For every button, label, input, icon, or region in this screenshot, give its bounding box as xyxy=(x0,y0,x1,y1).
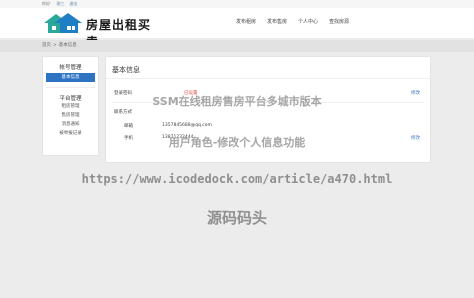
nav-publish-rent[interactable]: 发布租房 xyxy=(236,18,256,25)
sidebar-item-sale-manage[interactable]: 售房管理 xyxy=(43,111,98,120)
watermark-title: SSM在线租房售房平台多城市版本 xyxy=(152,95,322,108)
greeting-text: 你好: xyxy=(42,1,52,6)
watermark-url: https://www.icodedock.com/article/a470.h… xyxy=(81,172,393,186)
top-bar: 你好: 测三 退出 xyxy=(0,0,474,8)
logout-link[interactable]: 退出 xyxy=(69,1,77,6)
breadcrumb-current: 基本信息 xyxy=(58,43,77,48)
page-title: 基本信息 xyxy=(106,57,430,79)
nav-publish-sale[interactable]: 发布售房 xyxy=(267,18,287,25)
sidebar-item-notifications[interactable]: 消息通知 xyxy=(43,120,98,129)
sidebar-divider xyxy=(46,87,95,88)
sidebar-item-basic-info[interactable]: 基本信息 xyxy=(46,73,95,82)
nav-find-listings[interactable]: 查找房源 xyxy=(329,18,349,25)
house-logo-icon xyxy=(44,13,82,33)
username-link[interactable]: 测三 xyxy=(56,1,64,6)
email-value: 1357845688@qq.com xyxy=(162,123,212,128)
main-nav: 发布租房 发布售房 个人中心 查找房源 xyxy=(236,18,360,25)
breadcrumb: 首页 > 基本信息 xyxy=(0,40,474,52)
breadcrumb-home[interactable]: 首页 xyxy=(42,43,51,48)
watermark-brand: 源码码头 xyxy=(206,209,267,227)
breadcrumb-separator: > xyxy=(53,43,57,48)
email-label: 邮箱 xyxy=(124,124,133,129)
contact-heading: 联系方式 xyxy=(114,110,132,115)
watermark-subtitle: 用户角色-修改个人信息功能 xyxy=(168,136,306,149)
nav-personal-center[interactable]: 个人中心 xyxy=(298,18,318,25)
sidebar-group-account: 帐号管理 xyxy=(59,65,82,71)
site-logo[interactable]: 房屋出租买卖 xyxy=(42,11,162,49)
site-header: 房屋出租买卖 发布租房 发布售房 个人中心 查找房源 xyxy=(0,8,474,49)
